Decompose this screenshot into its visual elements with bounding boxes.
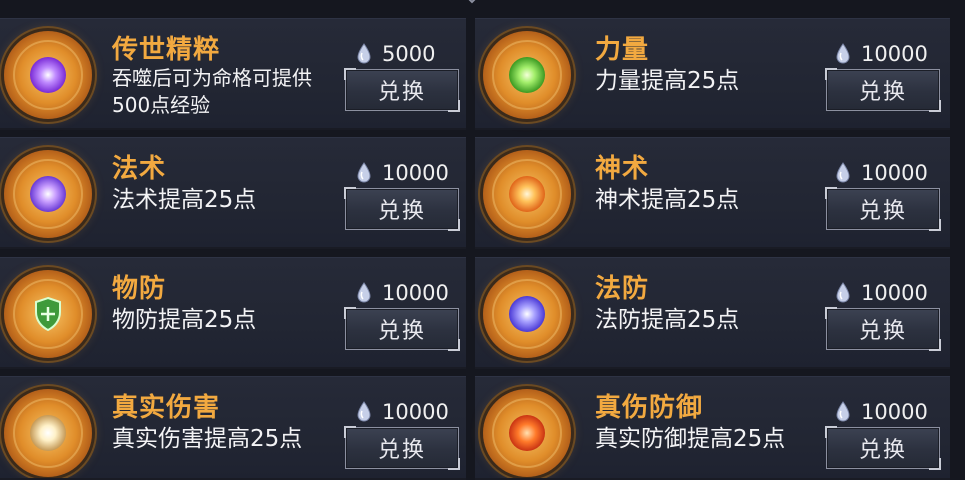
item-cost: 10000	[835, 399, 928, 425]
green-shield-orb-icon	[4, 270, 92, 358]
exchange-card-3: 神术 神术提高25点 10000 兑换	[475, 137, 950, 249]
exchange-button[interactable]: 兑换	[344, 68, 460, 112]
exchange-button[interactable]: 兑换	[344, 307, 460, 351]
cost-value: 10000	[382, 161, 449, 185]
item-title: 法防	[595, 274, 650, 304]
exchange-button[interactable]: 兑换	[825, 68, 941, 112]
cost-value: 10000	[382, 281, 449, 305]
item-description: 物防提高25点	[112, 307, 257, 333]
item-description: 吞噬后可为命格可提供500点经验	[112, 66, 312, 117]
soul-drop-icon	[836, 282, 850, 303]
item-cost: 10000	[835, 41, 928, 67]
item-description: 真实伤害提高25点	[112, 426, 303, 452]
exchange-button[interactable]: 兑换	[344, 187, 460, 231]
soul-drop-icon	[836, 401, 850, 422]
exchange-button[interactable]: 兑换	[825, 307, 941, 351]
exchange-grid: 传世精粹 吞噬后可为命格可提供500点经验 5000 兑换 力量 力量提高25点…	[0, 0, 965, 480]
red-fire-orb-icon	[483, 389, 571, 477]
soul-drop-icon	[357, 43, 371, 64]
exchange-button[interactable]: 兑换	[344, 426, 460, 470]
item-title: 传世精粹	[112, 35, 221, 65]
item-title: 真实伤害	[112, 393, 221, 423]
cost-value: 10000	[861, 281, 928, 305]
cost-value: 10000	[861, 42, 928, 66]
item-cost: 5000	[356, 41, 435, 67]
item-description: 法术提高25点	[112, 187, 257, 213]
blue-sparkle-orb-icon	[483, 270, 571, 358]
exchange-button[interactable]: 兑换	[825, 187, 941, 231]
soul-drop-icon	[836, 43, 850, 64]
exchange-card-1: 力量 力量提高25点 10000 兑换	[475, 18, 950, 130]
exchange-button[interactable]: 兑换	[825, 426, 941, 470]
cost-value: 10000	[382, 400, 449, 424]
green-sparkle-orb-icon	[483, 31, 571, 119]
cost-value: 5000	[382, 42, 436, 66]
item-title: 法术	[112, 154, 167, 184]
item-cost: 10000	[835, 160, 928, 186]
item-description: 真实防御提高25点	[595, 426, 786, 452]
item-cost: 10000	[356, 160, 449, 186]
item-title: 真伤防御	[595, 393, 704, 423]
exchange-card-5: 法防 法防提高25点 10000 兑换	[475, 257, 950, 369]
exchange-card-6: 真实伤害 真实伤害提高25点 10000 兑换	[0, 376, 466, 480]
soul-drop-icon	[836, 162, 850, 183]
item-cost: 10000	[356, 280, 449, 306]
soul-drop-icon	[357, 162, 371, 183]
item-title: 力量	[595, 35, 650, 65]
item-description: 法防提高25点	[595, 307, 740, 333]
purple-sparkle-orb-icon	[4, 31, 92, 119]
item-title: 物防	[112, 274, 167, 304]
soul-drop-icon	[357, 282, 371, 303]
cost-value: 10000	[861, 400, 928, 424]
top-ornament-icon	[468, 0, 476, 4]
item-description: 力量提高25点	[595, 68, 740, 94]
item-cost: 10000	[835, 280, 928, 306]
shield-icon	[35, 296, 61, 332]
exchange-card-7: 真伤防御 真实防御提高25点 10000 兑换	[475, 376, 950, 480]
soul-drop-icon	[357, 401, 371, 422]
item-description: 神术提高25点	[595, 187, 740, 213]
exchange-card-0: 传世精粹 吞噬后可为命格可提供500点经验 5000 兑换	[0, 18, 466, 130]
item-title: 神术	[595, 154, 650, 184]
exchange-card-2: 法术 法术提高25点 10000 兑换	[0, 137, 466, 249]
orange-sparkle-orb-icon	[483, 150, 571, 238]
violet-sparkle-orb-icon	[4, 150, 92, 238]
cost-value: 10000	[861, 161, 928, 185]
white-glow-orb-icon	[4, 389, 92, 477]
exchange-card-4: 物防 物防提高25点 10000 兑换	[0, 257, 466, 369]
item-cost: 10000	[356, 399, 449, 425]
